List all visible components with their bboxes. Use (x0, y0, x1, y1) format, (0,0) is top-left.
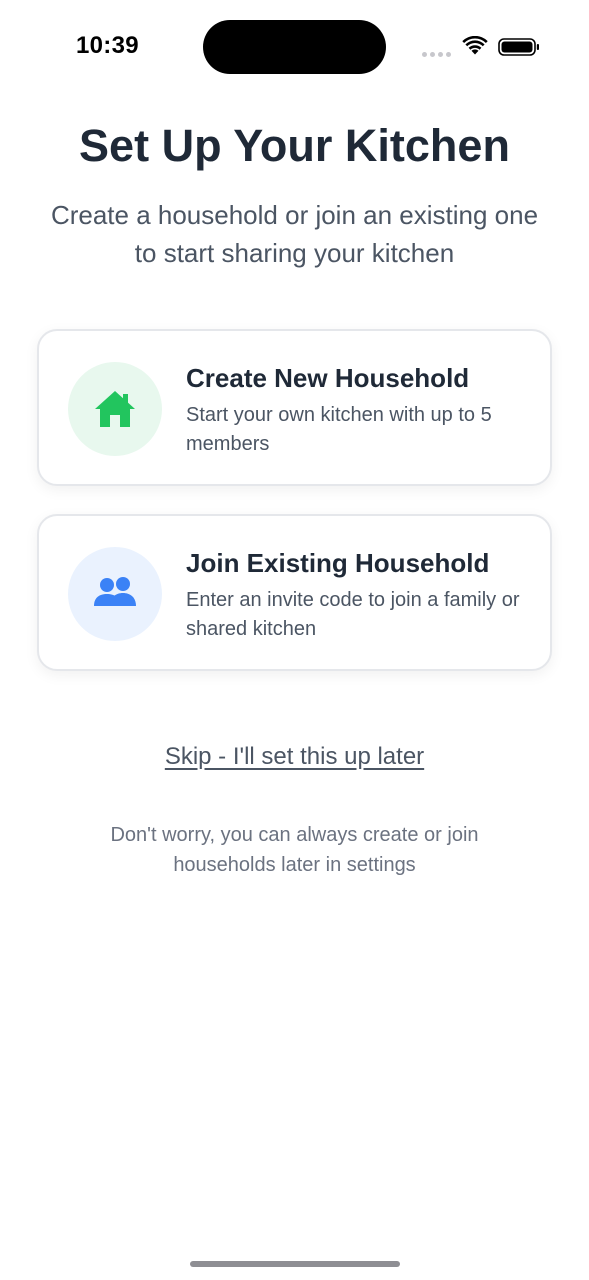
join-household-description: Enter an invite code to join a family or… (186, 589, 520, 640)
users-icon (94, 577, 136, 606)
house-icon (95, 391, 135, 427)
join-household-icon-badge (68, 547, 162, 641)
battery-icon (498, 38, 539, 56)
cellular-signal-icon (422, 52, 452, 58)
page-subtitle: Create a household or join an existing o… (50, 200, 539, 268)
create-household-description: Start your own kitchen with up to 5 memb… (186, 404, 492, 455)
status-time: 10:39 (76, 32, 139, 59)
join-household-card[interactable]: Join Existing Household Enter an invite … (37, 514, 552, 671)
create-household-icon-badge (68, 362, 162, 456)
page-title: Set Up Your Kitchen (79, 120, 510, 171)
wifi-icon (462, 36, 488, 55)
join-household-title: Join Existing Household (186, 548, 490, 578)
setup-kitchen-screen: 10:39 Set Up Your Kitchen Create a house… (0, 0, 589, 1280)
create-household-card[interactable]: Create New Household Start your own kitc… (37, 329, 552, 486)
skip-link[interactable]: Skip - I'll set this up later (0, 743, 589, 771)
dynamic-island (203, 20, 386, 74)
home-indicator[interactable] (190, 1261, 400, 1267)
create-household-title: Create New Household (186, 363, 470, 393)
footnote-text: Don't worry, you can always create or jo… (110, 824, 479, 876)
